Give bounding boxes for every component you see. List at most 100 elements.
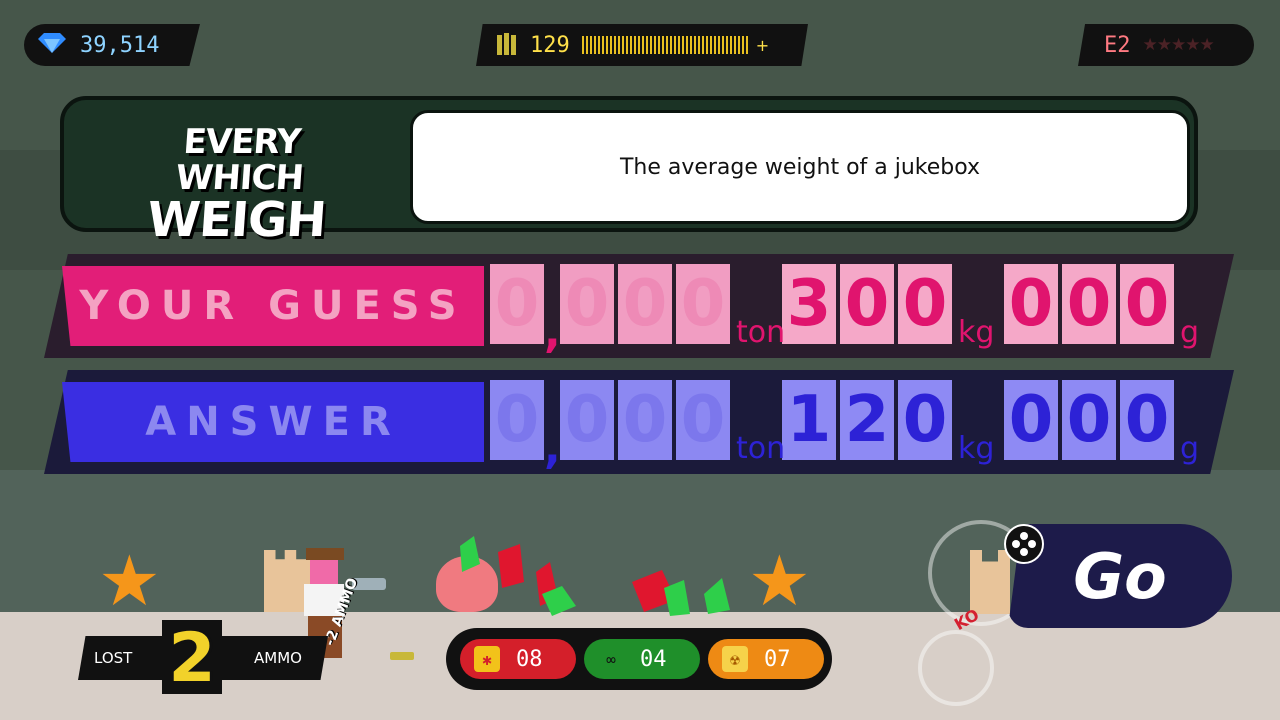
bomb-item[interactable]: ✱ 08 <box>460 639 576 679</box>
ammo-tick <box>733 36 736 54</box>
gem-counter: 39,514 <box>24 24 200 66</box>
ammo-tick <box>621 36 624 54</box>
guess-unit-kg: kg <box>958 315 995 350</box>
ammo-tick <box>617 36 620 54</box>
logo-line-2: WEIGH <box>145 192 328 248</box>
rank-display: E2 ★★★★★ <box>1078 24 1254 66</box>
ammo-tick <box>737 36 740 54</box>
answer-label: ANSWER <box>62 382 484 462</box>
bomb-icon: ✱ <box>474 646 500 672</box>
guess-label: YOUR GUESS <box>62 266 484 346</box>
answer-digit: 2 <box>840 380 894 460</box>
star-icon: ★ <box>98 540 161 622</box>
logo-line-1: EVERY WHICH <box>174 122 305 198</box>
ammo-tick <box>629 36 632 54</box>
answer-digit: 1 <box>782 380 836 460</box>
ammo-tick <box>701 36 704 54</box>
ammo-tick <box>693 36 696 54</box>
item-inventory: ✱ 08 ∞ 04 ☢ 07 <box>446 628 832 690</box>
guess-digits: 0 , 0 0 0 ton 3 0 0 kg 0 0 0 g <box>490 264 1208 358</box>
ammo-tick <box>585 36 588 54</box>
lost-label: LOST <box>94 649 133 667</box>
ammo-tick <box>709 36 712 54</box>
ammo-tick <box>721 36 724 54</box>
answer-digit: 0 <box>618 380 672 460</box>
ammo-tick <box>649 36 652 54</box>
answer-digit: 0 <box>1120 380 1174 460</box>
game-logo: EVERY WHICH WEIGH <box>120 122 358 248</box>
rank-label: E2 <box>1104 32 1131 58</box>
ammo-tick <box>681 36 684 54</box>
ammo-tick <box>589 36 592 54</box>
answer-digit: 0 <box>898 380 952 460</box>
ammo-tick <box>637 36 640 54</box>
guess-unit-g: g <box>1180 315 1200 350</box>
bullets-icon <box>496 31 518 59</box>
ammo-tick <box>669 36 672 54</box>
ammo-counter: 129 + <box>476 24 808 66</box>
answer-digit: 0 <box>676 380 730 460</box>
question-text: The average weight of a jukebox <box>410 110 1190 224</box>
nuke-icon: ☢ <box>722 646 748 672</box>
gamepad-button-icon <box>1004 524 1044 564</box>
ammo-tick <box>657 36 660 54</box>
diamond-icon <box>38 33 66 57</box>
answer-digit: 0 <box>490 380 544 460</box>
guess-digit: 0 <box>618 264 672 344</box>
ammo-tick <box>705 36 708 54</box>
ammo-tick <box>673 36 676 54</box>
ammo-bar <box>581 36 750 54</box>
guess-digit: 3 <box>782 264 836 344</box>
gem-pile <box>460 536 730 616</box>
guess-digit: 0 <box>898 264 952 344</box>
ammo-tick <box>601 36 604 54</box>
ammo-tick <box>633 36 636 54</box>
question-panel: EVERY WHICH WEIGH The average weight of … <box>60 96 1198 248</box>
guess-digit: 0 <box>490 264 544 344</box>
ammo-tick <box>745 36 748 54</box>
ammo-tick <box>697 36 700 54</box>
target-ring <box>918 630 994 706</box>
ammo-tick <box>593 36 596 54</box>
ammo-tick <box>665 36 668 54</box>
ammo-tick <box>581 36 584 54</box>
answer-digit: 0 <box>1062 380 1116 460</box>
guess-digit: 0 <box>560 264 614 344</box>
nuke-count: 07 <box>764 646 791 672</box>
ammo-tick <box>645 36 648 54</box>
ammo-tick <box>625 36 628 54</box>
answer-unit-g: g <box>1180 431 1200 466</box>
shell-casing <box>390 652 414 660</box>
bomb-count: 08 <box>516 646 543 672</box>
nuke-item[interactable]: ☢ 07 <box>708 639 824 679</box>
guess-digit: 0 <box>1120 264 1174 344</box>
ammo-tick <box>689 36 692 54</box>
ammo-label: AMMO <box>254 649 302 667</box>
star-icon: ★ <box>748 540 811 622</box>
ammo-tick <box>605 36 608 54</box>
guess-comma: , <box>544 307 561 358</box>
guess-digit: 0 <box>676 264 730 344</box>
ammo-tick <box>609 36 612 54</box>
ammo-tick <box>741 36 744 54</box>
guess-unit-ton: ton <box>736 315 786 350</box>
answer-digits: 0 , 0 0 0 ton 1 2 0 kg 0 0 0 g <box>490 380 1208 474</box>
goggles-item[interactable]: ∞ 04 <box>584 639 700 679</box>
goggles-icon: ∞ <box>606 649 616 669</box>
ammo-tick <box>677 36 680 54</box>
answer-digit: 0 <box>560 380 614 460</box>
ammo-tick <box>685 36 688 54</box>
ammo-tick <box>597 36 600 54</box>
gem-count: 39,514 <box>80 32 160 58</box>
ammo-tick <box>613 36 616 54</box>
goggles-count: 04 <box>640 646 667 672</box>
ammo-tick <box>725 36 728 54</box>
rank-stars: ★★★★★ <box>1142 35 1215 55</box>
ammo-tick <box>717 36 720 54</box>
ammo-tick <box>661 36 664 54</box>
answer-unit-ton: ton <box>736 431 786 466</box>
lost-count: 2 <box>162 620 222 694</box>
guess-digit: 0 <box>1062 264 1116 344</box>
ammo-tick <box>653 36 656 54</box>
answer-digit: 0 <box>1004 380 1058 460</box>
